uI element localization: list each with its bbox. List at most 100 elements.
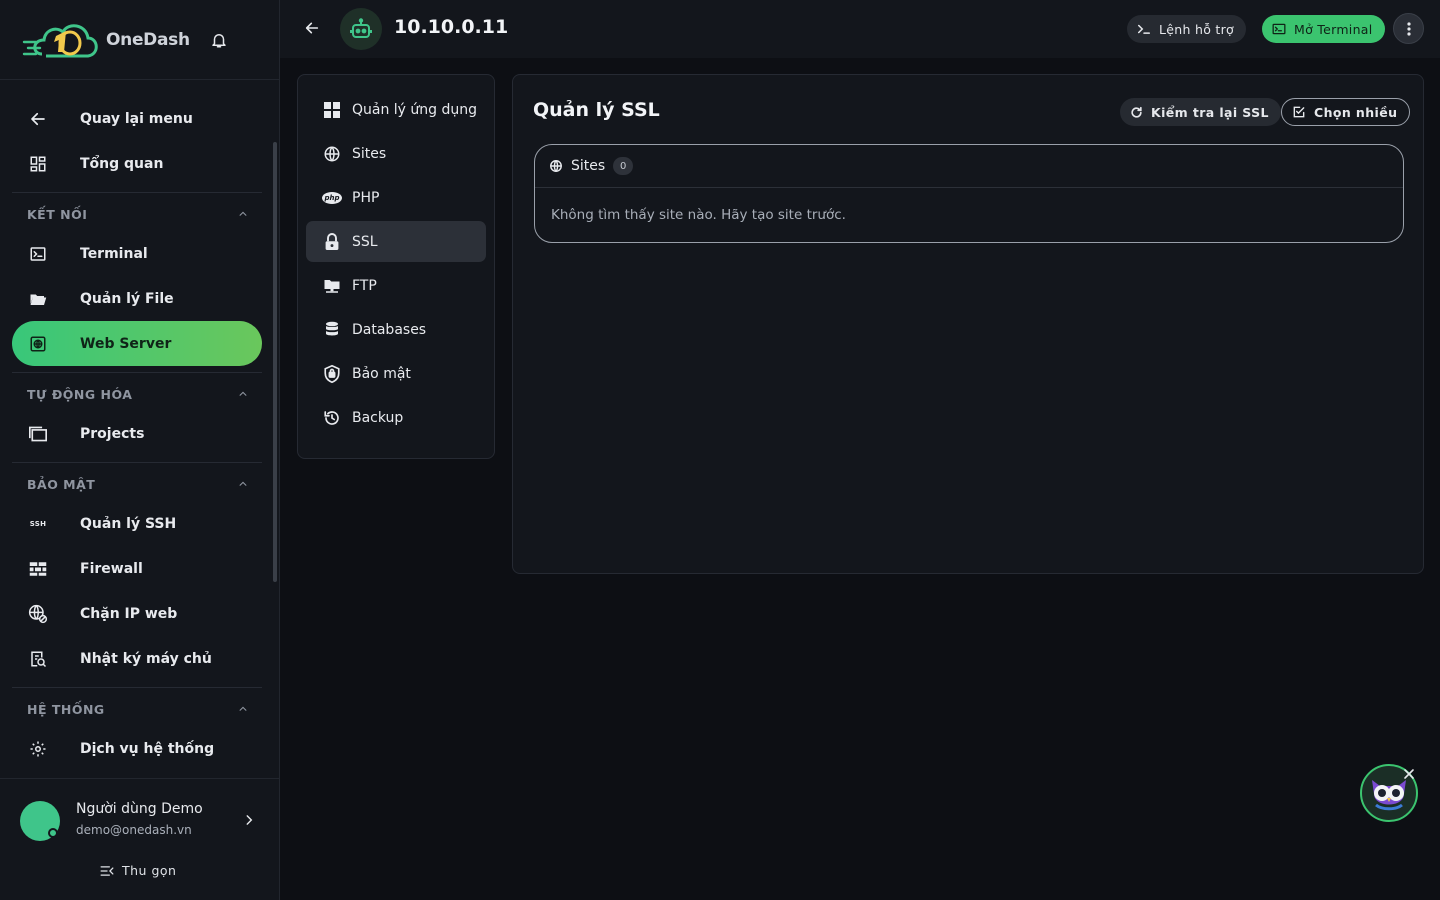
submenu-item-security[interactable]: Bảo mật <box>306 353 486 394</box>
terminal-icon <box>28 244 48 264</box>
sites-card-title: Sites <box>571 158 606 174</box>
sidebar-item-ssh[interactable]: SSH Quản lý SSH <box>12 501 262 546</box>
sidebar-item-label: Projects <box>80 425 145 442</box>
submenu-item-label: Quản lý ứng dụng <box>352 101 478 118</box>
log-icon <box>28 649 48 669</box>
sidebar-item-label: Tổng quan <box>80 155 164 172</box>
checkbox-edit-icon <box>1292 105 1306 119</box>
open-terminal-label: Mở Terminal <box>1294 21 1373 37</box>
open-terminal-button[interactable]: Mở Terminal <box>1262 15 1385 43</box>
submenu-item-ssl[interactable]: SSL <box>306 221 486 262</box>
web-server-icon <box>28 334 48 354</box>
submenu-item-databases[interactable]: Databases <box>306 309 486 350</box>
user-profile[interactable]: Người dùng Demo demo@onedash.vn Thu gọn <box>0 778 279 900</box>
chevron-up-icon <box>238 207 248 222</box>
onedash-logo-icon[interactable] <box>22 18 100 62</box>
sidebar-item-overview[interactable]: Tổng quan <box>12 141 262 186</box>
section-title-connect[interactable]: KẾT NỐI <box>12 197 262 231</box>
section-title-text: TỰ ĐỘNG HÓA <box>27 386 133 402</box>
submenu-item-label: PHP <box>352 189 380 206</box>
collapse-sidebar-button[interactable]: Thu gọn <box>100 863 176 878</box>
more-options-button[interactable] <box>1393 13 1424 44</box>
sidebar-item-firewall[interactable]: Firewall <box>12 546 262 591</box>
section-title-automation[interactable]: TỰ ĐỘNG HÓA <box>12 377 262 411</box>
submenu-item-ftp[interactable]: FTP <box>306 265 486 306</box>
submenu-item-label: SSL <box>352 233 378 250</box>
sidebar-item-file-manager[interactable]: Quản lý File <box>12 276 262 321</box>
sidebar-item-server-log[interactable]: Nhật ký máy chủ <box>12 636 262 681</box>
ftp-icon <box>322 276 342 296</box>
sites-empty-message: Không tìm thấy site nào. Hãy tạo site tr… <box>551 207 846 223</box>
submenu-item-sites[interactable]: Sites <box>306 133 486 174</box>
submenu-item-backup[interactable]: Backup <box>306 397 486 438</box>
sidebar-item-label: Chặn IP web <box>80 605 178 622</box>
sidebar-item-system-services[interactable]: Dịch vụ hệ thống <box>12 726 262 771</box>
chevron-up-icon <box>238 702 248 717</box>
sidebar-item-label: Web Server <box>80 335 172 352</box>
folder-icon <box>28 289 48 309</box>
section-title-system[interactable]: HỆ THỐNG <box>12 692 262 726</box>
sidebar-item-label: Nhật ký máy chủ <box>80 650 212 667</box>
server-name: 10.10.0.11 <box>394 16 509 38</box>
section-title-security[interactable]: BẢO MẬT <box>12 467 262 501</box>
collapse-label: Thu gọn <box>122 863 177 878</box>
ssl-manager-panel: Quản lý SSL Kiểm tra lại SSL Chọn nhiều … <box>512 74 1424 574</box>
sidebar-item-block-ip[interactable]: Chặn IP web <box>12 591 262 636</box>
brand-name: OneDash <box>106 29 190 50</box>
submenu-item-label: FTP <box>352 277 377 294</box>
more-vertical-icon <box>1406 21 1411 36</box>
sites-count-badge: 0 <box>613 157 634 175</box>
sidebar-item-back-to-menu[interactable]: Quay lại menu <box>12 96 262 141</box>
submenu-item-label: Bảo mật <box>352 365 411 382</box>
divider <box>12 462 262 463</box>
sidebar-item-label: Terminal <box>80 245 148 262</box>
chevron-right-icon[interactable] <box>242 812 256 831</box>
section-title-text: BẢO MẬT <box>27 476 96 492</box>
database-icon <box>322 320 342 340</box>
submenu-item-php[interactable]: php PHP <box>306 177 486 218</box>
projects-icon <box>28 424 48 444</box>
sidebar-item-label: Dịch vụ hệ thống <box>80 740 215 757</box>
sidebar: OneDash Quay lại menu Tổng quan KẾT NỐI … <box>0 0 280 900</box>
select-multiple-label: Chọn nhiều <box>1314 104 1398 120</box>
sidebar-item-web-server[interactable]: Web Server <box>12 321 262 366</box>
logo-row: OneDash <box>0 0 279 80</box>
select-multiple-button[interactable]: Chọn nhiều <box>1281 98 1411 126</box>
sites-card: Sites 0 Không tìm thấy site nào. Hãy tạo… <box>534 144 1404 243</box>
globe-icon <box>322 144 342 164</box>
sidebar-item-label: Firewall <box>80 560 143 577</box>
terminal-prompt-icon <box>1137 23 1151 35</box>
submenu-item-app-manager[interactable]: Quản lý ứng dụng <box>306 89 486 130</box>
refresh-icon <box>1130 106 1143 119</box>
sidebar-item-projects[interactable]: Projects <box>12 411 262 456</box>
submenu-item-label: Backup <box>352 409 404 426</box>
submenu-item-label: Databases <box>352 321 427 338</box>
terminal-icon <box>1272 23 1286 35</box>
sidebar-nav: Quay lại menu Tổng quan KẾT NỐI Terminal… <box>12 96 262 778</box>
help-commands-button[interactable]: Lệnh hỗ trợ <box>1127 15 1247 43</box>
user-email: demo@onedash.vn <box>76 823 192 837</box>
sidebar-scrollbar[interactable] <box>273 142 277 582</box>
sites-card-header[interactable]: Sites 0 <box>535 145 1403 188</box>
divider <box>12 687 262 688</box>
close-icon[interactable] <box>1403 765 1415 779</box>
top-bar: 10.10.0.11 Lệnh hỗ trợ Mở Terminal <box>280 0 1440 58</box>
sidebar-item-label: Quay lại menu <box>80 110 193 127</box>
sidebar-item-label: Quản lý File <box>80 290 174 307</box>
bell-icon[interactable] <box>210 31 228 49</box>
backup-icon <box>322 408 342 428</box>
chevron-up-icon <box>238 387 248 402</box>
divider <box>12 372 262 373</box>
recheck-ssl-button[interactable]: Kiểm tra lại SSL <box>1120 98 1281 126</box>
section-title-text: HỆ THỐNG <box>27 701 105 717</box>
lock-icon <box>322 232 342 252</box>
submenu-item-label: Sites <box>352 145 387 162</box>
sidebar-item-terminal[interactable]: Terminal <box>12 231 262 276</box>
arrow-left-icon <box>28 109 48 129</box>
shield-icon <box>322 364 342 384</box>
back-arrow-icon[interactable] <box>304 20 320 40</box>
divider <box>12 192 262 193</box>
web-server-submenu: Quản lý ứng dụng Sites php PHP SSL FTP D… <box>297 74 495 459</box>
page-title: Quản lý SSL <box>533 99 660 121</box>
online-status-icon <box>48 828 58 838</box>
